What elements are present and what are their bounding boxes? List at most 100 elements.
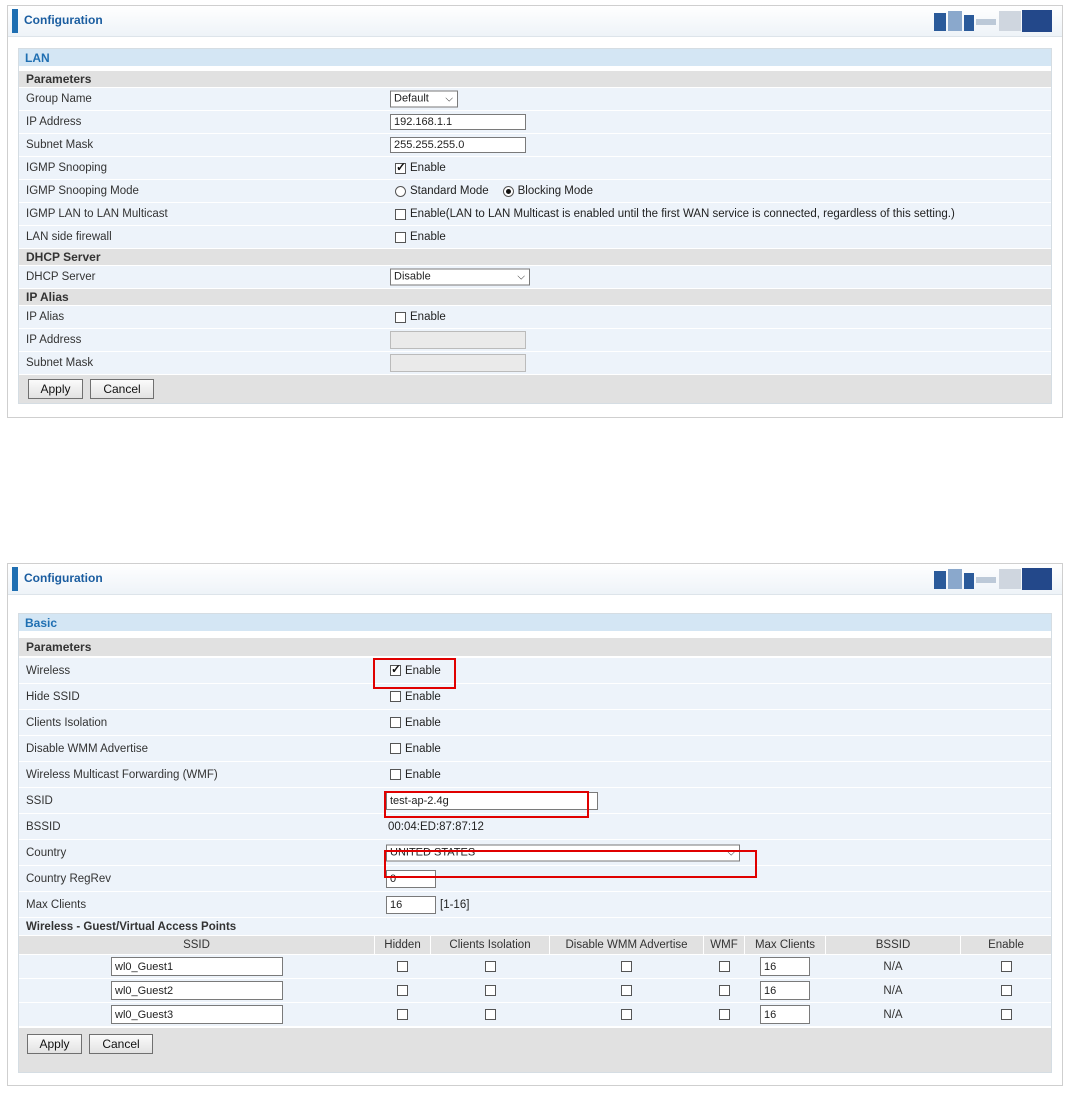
lan-toggle-label[interactable]: LAN (25, 51, 50, 65)
clients-isolation-label: Clients Isolation (26, 716, 108, 729)
disable-wmm-option: Enable (405, 742, 441, 755)
guest-wmm-checkbox[interactable] (621, 961, 632, 972)
standard-mode-radio[interactable] (395, 185, 406, 197)
col-clients-isolation: Clients Isolation (431, 936, 549, 954)
apply-button[interactable]: Apply (27, 1034, 82, 1054)
igmp-snooping-row: IGMP Snooping Enable (19, 157, 1051, 180)
guest-wmf-checkbox[interactable] (718, 961, 730, 972)
wmf-checkbox[interactable] (390, 769, 401, 780)
header-accent-bar (12, 9, 18, 33)
wmf-option: Enable (405, 768, 441, 781)
igmp-lan-checkbox[interactable] (395, 208, 406, 220)
guest-ssid-input[interactable] (111, 1005, 283, 1024)
wireless-label: Wireless (26, 664, 71, 677)
guest-hidden-checkbox[interactable] (397, 985, 408, 996)
guest-max-input[interactable] (760, 1005, 810, 1024)
guest-isolation-checkbox[interactable] (484, 961, 496, 972)
regrev-label: Country RegRev (26, 872, 112, 885)
ip-address-label: IP Address (26, 116, 82, 128)
guest-heading-text: Wireless - Guest/Virtual Access Points (26, 920, 237, 933)
hide-ssid-checkbox[interactable] (390, 691, 401, 702)
igmp-snooping-checkbox[interactable] (395, 160, 406, 174)
col-enable: Enable (961, 936, 1051, 954)
lan-firewall-row: LAN side firewall Enable (19, 226, 1051, 249)
disable-wmm-label: Disable WMM Advertise (26, 742, 149, 755)
group-name-row: Group Name Default ⌵ (19, 88, 1051, 111)
guest-wmm-checkbox[interactable] (621, 1009, 632, 1020)
parameters-heading: Parameters (19, 71, 1051, 87)
chevron-down-icon: ⌵ (445, 93, 453, 105)
blocking-mode-label: Blocking Mode (517, 185, 594, 197)
max-clients-input[interactable] (386, 895, 436, 914)
clients-isolation-row: Clients Isolation Enable (19, 710, 1051, 736)
lan-toggle[interactable]: LAN (19, 49, 1051, 66)
guest-wmf-checkbox[interactable] (718, 1009, 730, 1020)
guest-bssid: N/A (883, 984, 903, 997)
guest-ssid-input[interactable] (111, 981, 283, 1000)
parameters-heading-text: Parameters (26, 72, 92, 86)
alias-mask-label: Subnet Mask (26, 357, 94, 369)
button-bar: Apply Cancel (19, 375, 1051, 403)
col-disable-wmm: Disable WMM Advertise (550, 936, 703, 954)
blocking-mode-radio[interactable] (502, 185, 514, 197)
dhcp-heading-text: DHCP Server (26, 250, 101, 264)
wmf-label: Wireless Multicast Forwarding (WMF) (26, 768, 218, 781)
ip-alias-checkbox[interactable] (395, 311, 406, 323)
cancel-button[interactable]: Cancel (90, 379, 154, 399)
subnet-mask-label: Subnet Mask (26, 139, 94, 151)
parameters-heading: Parameters (19, 638, 1051, 656)
igmp-lan-row: IGMP LAN to LAN Multicast Enable(LAN to … (19, 203, 1051, 226)
guest-hidden-checkbox[interactable] (397, 1009, 408, 1020)
basic-toggle[interactable]: Basic (19, 614, 1051, 631)
button-bar: Apply Cancel (19, 1028, 1051, 1072)
group-name-label: Group Name (26, 93, 92, 105)
apply-button[interactable]: Apply (28, 379, 83, 399)
ip-address-input[interactable] (390, 114, 526, 130)
config-header: Configuration (8, 6, 1062, 37)
guest-isolation-checkbox[interactable] (484, 1009, 496, 1020)
igmp-lan-option: Enable(LAN to LAN Multicast is enabled u… (410, 208, 955, 220)
guest-wmf-checkbox[interactable] (718, 985, 730, 996)
guest-enable-checkbox[interactable] (1000, 961, 1012, 972)
lan-firewall-checkbox[interactable] (395, 231, 406, 243)
alias-mask-row: Subnet Mask (19, 352, 1051, 375)
guest-table-header: SSID Hidden Clients Isolation Disable WM… (19, 936, 1051, 954)
lan-section: LAN Parameters Group Name Default ⌵ IP Ad… (18, 48, 1052, 404)
wireless-enable-highlight (373, 658, 456, 689)
alias-ip-input (390, 331, 526, 349)
guest-ssid-input[interactable] (111, 957, 283, 976)
guest-max-input[interactable] (760, 957, 810, 976)
guest-enable-checkbox[interactable] (1000, 1009, 1012, 1020)
ipalias-heading-text: IP Alias (26, 290, 69, 304)
config-header: Configuration (8, 564, 1062, 595)
max-clients-range: [1-16] (440, 898, 470, 911)
standard-mode-label: Standard Mode (410, 185, 489, 197)
clients-isolation-checkbox[interactable] (390, 717, 401, 728)
dhcp-server-label: DHCP Server (26, 271, 96, 283)
wireless-config-panel: Configuration Basic Parameters Wireless … (7, 563, 1063, 1086)
guest-enable-checkbox[interactable] (1000, 985, 1012, 996)
guest-hidden-checkbox[interactable] (397, 961, 408, 972)
dhcp-server-select[interactable]: Disable ⌵ (390, 268, 530, 286)
bssid-label: BSSID (26, 820, 61, 833)
dhcp-server-row: DHCP Server Disable ⌵ (19, 266, 1051, 289)
guest-wmm-checkbox[interactable] (621, 985, 632, 996)
guest-row-1: N/A (19, 955, 1051, 979)
col-hidden: Hidden (375, 936, 430, 954)
max-clients-label: Max Clients (26, 898, 87, 911)
subnet-mask-row: Subnet Mask (19, 134, 1051, 157)
guest-max-input[interactable] (760, 981, 810, 1000)
disable-wmm-row: Disable WMM Advertise Enable (19, 736, 1051, 762)
header-accent-bar (12, 567, 18, 591)
basic-toggle-label[interactable]: Basic (25, 616, 57, 630)
guest-row-2: N/A (19, 979, 1051, 1003)
alias-mask-input (390, 354, 526, 372)
cancel-button[interactable]: Cancel (89, 1034, 153, 1054)
guest-isolation-checkbox[interactable] (484, 985, 496, 996)
disable-wmm-checkbox[interactable] (390, 743, 401, 754)
ip-alias-row: IP Alias Enable (19, 306, 1051, 329)
ssid-highlight (384, 791, 589, 818)
group-name-select[interactable]: Default ⌵ (390, 90, 458, 108)
subnet-mask-input[interactable] (390, 137, 526, 153)
ip-alias-option: Enable (410, 311, 446, 323)
